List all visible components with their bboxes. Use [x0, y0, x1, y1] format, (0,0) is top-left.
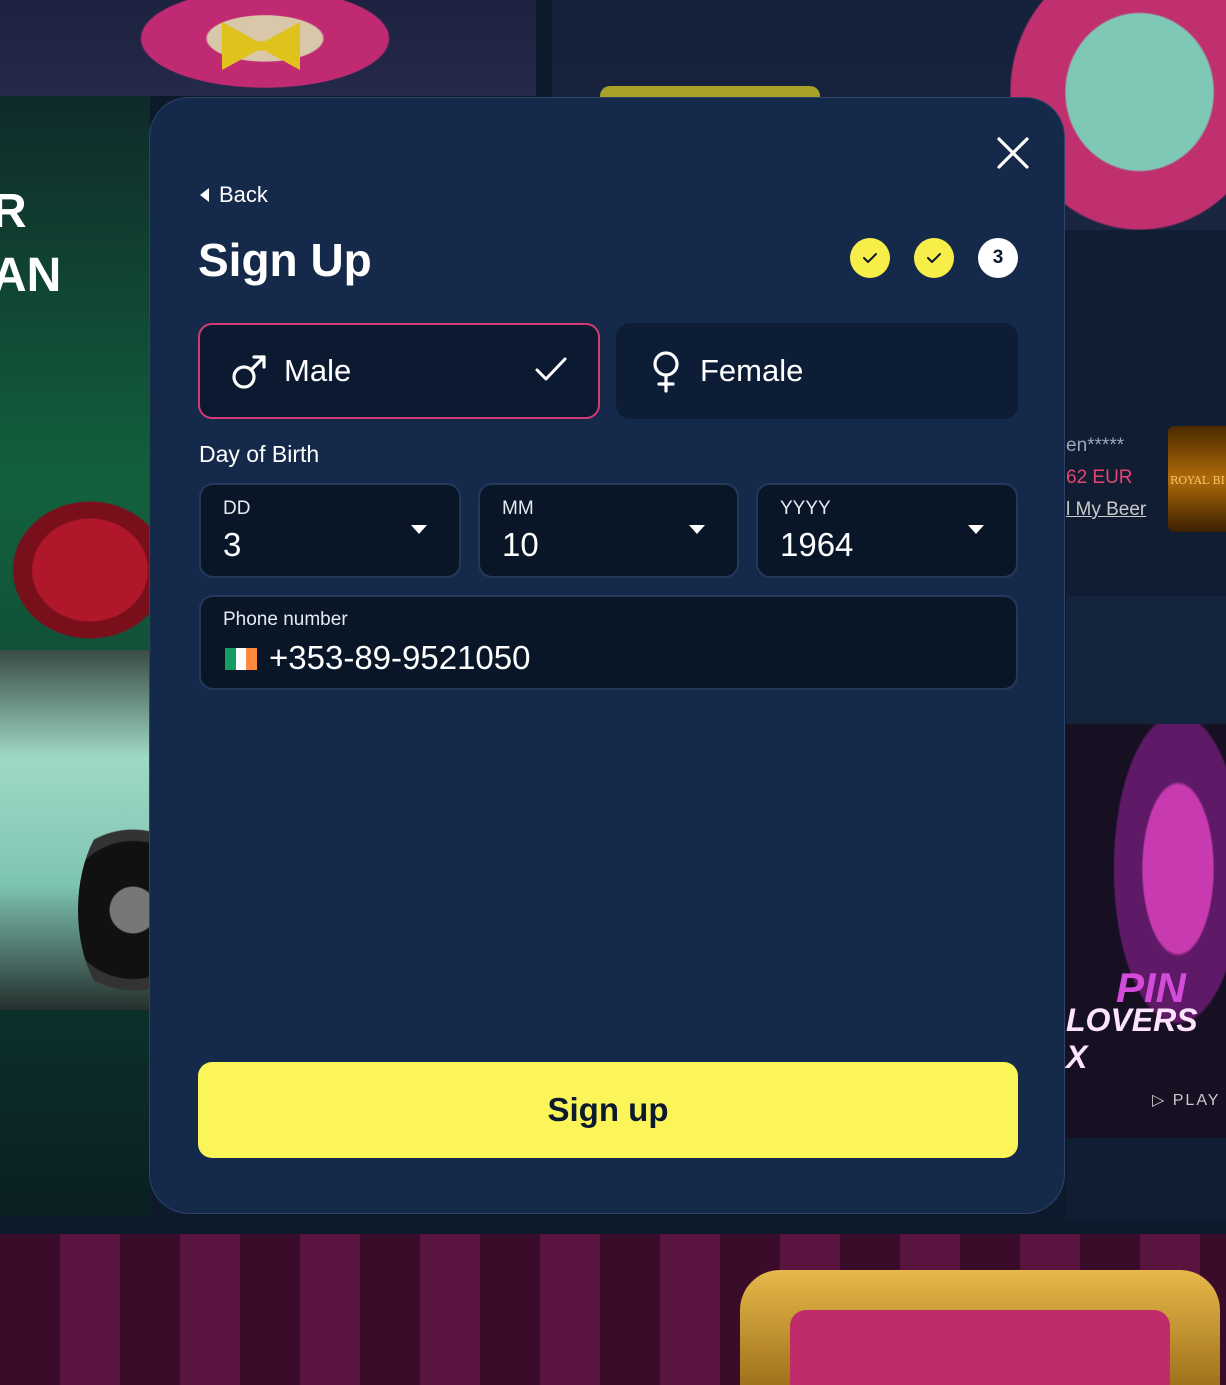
check-icon: [863, 253, 877, 263]
day-select-label: DD: [223, 498, 251, 519]
back-button[interactable]: Back: [200, 182, 268, 208]
male-label: Male: [284, 353, 352, 388]
year-select-value: 1964: [780, 526, 854, 563]
ticker-game-link[interactable]: l My Beer: [1066, 494, 1146, 526]
day-select[interactable]: DD 3: [199, 483, 461, 578]
bg-crown-inner: [790, 1310, 1170, 1385]
bg-promo-line-1: R: [0, 185, 27, 238]
back-arrow-icon: [200, 188, 209, 202]
close-icon[interactable]: [996, 136, 1030, 170]
bg-promo-line-2: AN: [0, 249, 62, 302]
year-select-label: YYYY: [780, 498, 831, 519]
day-of-birth-label: Day of Birth: [199, 441, 320, 467]
phone-number-label: Phone number: [223, 609, 348, 630]
bg-game-thumbnail[interactable]: ROYAL BI: [1168, 426, 1226, 532]
sign-up-button[interactable]: Sign up: [198, 1062, 1018, 1158]
signup-modal: Back Sign Up 3 Male Female Day of Birth …: [149, 97, 1065, 1214]
step-2-complete: [914, 238, 954, 278]
selected-check-icon: [535, 357, 567, 381]
month-select[interactable]: MM 10: [478, 483, 739, 578]
caret-down-icon: [411, 525, 427, 534]
step-3-current: 3: [978, 238, 1018, 278]
gender-option-male[interactable]: Male: [198, 323, 600, 419]
year-select[interactable]: YYYY 1964: [756, 483, 1018, 578]
phone-number-field[interactable]: Phone number +353-89-9521050: [199, 595, 1018, 690]
caret-down-icon: [689, 525, 705, 534]
female-symbol-icon: [653, 351, 679, 393]
month-select-label: MM: [502, 498, 534, 519]
ticker-amount: 62 EUR: [1066, 467, 1133, 488]
bg-winner-ticker: en***** 62 EUR l My Beer: [1066, 430, 1146, 526]
page-title: Sign Up: [198, 234, 372, 286]
ticker-user: en*****: [1066, 435, 1125, 456]
bg-gift-ribbon: [0, 490, 150, 650]
caret-down-icon: [968, 525, 984, 534]
gender-option-female[interactable]: Female: [616, 323, 1018, 419]
step-1-complete: [850, 238, 890, 278]
provider-name: PLAY: [1172, 1092, 1221, 1109]
bg-promo-text: R AN: [0, 180, 61, 308]
game-title-line-2: LOVERS X: [1066, 1002, 1198, 1075]
ireland-flag-icon[interactable]: [225, 648, 258, 670]
female-label: Female: [700, 353, 804, 388]
provider-label: ▷ PLAY: [1152, 1092, 1221, 1109]
male-symbol-icon: [232, 355, 266, 389]
thumb-label: ROYAL BI: [1170, 474, 1225, 487]
month-select-value: 10: [502, 526, 539, 563]
check-icon: [927, 253, 941, 263]
step-indicator: 3: [850, 238, 1018, 278]
back-label: Back: [219, 182, 268, 207]
phone-number-value: +353-89-9521050: [269, 639, 531, 676]
bg-right-band: [1066, 596, 1226, 724]
day-select-value: 3: [223, 526, 242, 563]
bg-game-tile[interactable]: PIN LOVERS X ▷ PLAY: [1066, 724, 1226, 1138]
